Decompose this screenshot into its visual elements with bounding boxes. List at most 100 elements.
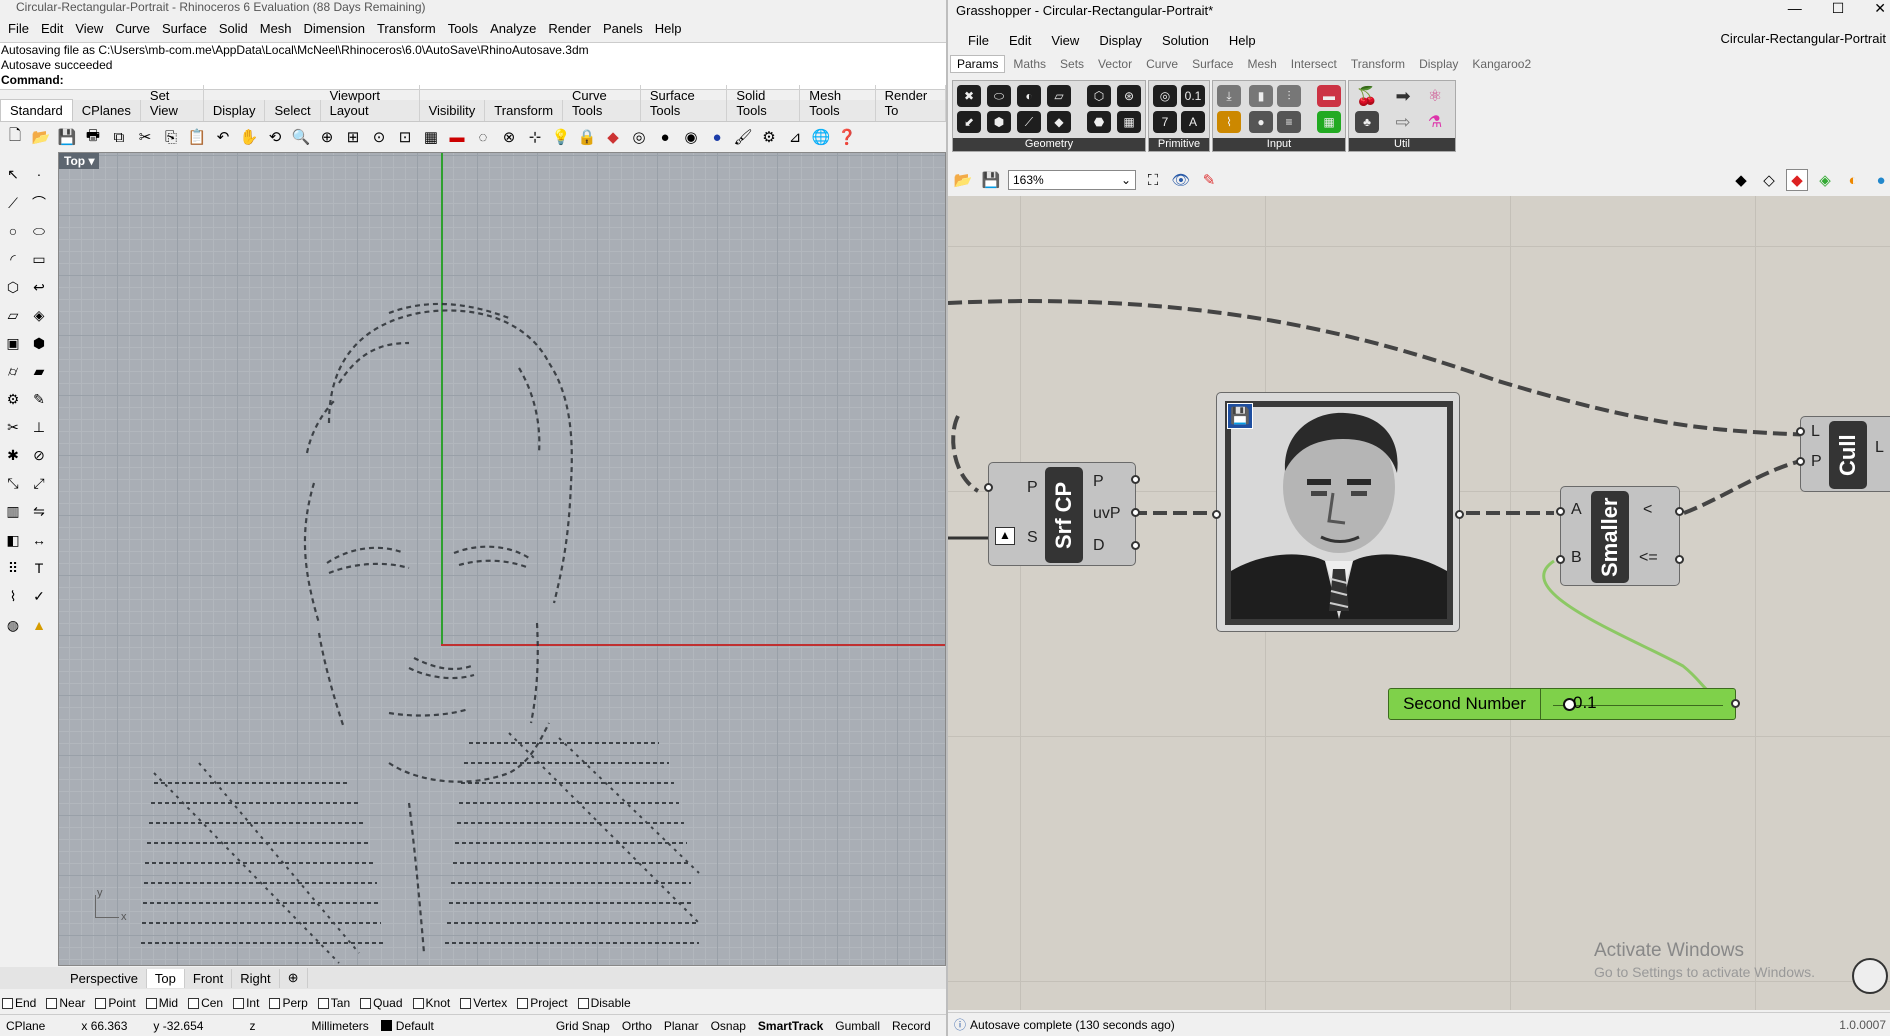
osnap-checkbox[interactable] — [233, 997, 245, 1009]
polygon-icon[interactable]: ⬡ — [2, 277, 24, 299]
param-icon[interactable]: ✖ — [957, 85, 981, 107]
menu-curve[interactable]: Curve — [109, 21, 156, 36]
viewport-tab-right[interactable]: Right — [232, 968, 280, 988]
minimize-icon[interactable]: — — [1788, 0, 1802, 17]
preview-eye-icon[interactable]: 👁 — [1170, 169, 1192, 191]
gh-document-name[interactable]: Circular-Rectangular-Portrait — [1721, 31, 1886, 46]
gh-tab-vector[interactable]: Vector — [1092, 56, 1138, 72]
globe-icon[interactable]: 🌐 — [810, 126, 832, 148]
navigation-compass[interactable] — [1852, 958, 1888, 994]
polyline-icon[interactable]: ⟋ — [2, 192, 24, 214]
paint-icon[interactable]: ▲ — [28, 614, 50, 636]
surface-param-icon[interactable]: ▱ — [1047, 85, 1071, 107]
rotate-view-icon[interactable]: ⟲ — [264, 126, 286, 148]
zoom-extents-icon[interactable]: ⊞ — [342, 126, 364, 148]
port-out-d[interactable] — [1131, 541, 1140, 550]
close-icon[interactable]: ✕ — [1874, 0, 1886, 17]
atom-icon[interactable]: ⚛ — [1423, 85, 1447, 107]
gh-menu-file[interactable]: File — [958, 33, 999, 48]
select-arrow-icon[interactable]: ↖ — [2, 164, 24, 186]
mesh-icon[interactable]: ⚙ — [2, 389, 24, 411]
preview-shaded-icon[interactable]: ◇ — [1758, 169, 1780, 191]
port-in-l[interactable] — [1796, 427, 1805, 436]
osnap-mid[interactable]: Mid — [145, 996, 178, 1010]
swatch-icon[interactable]: ▦ — [1317, 111, 1341, 133]
maximize-icon[interactable]: ☐ — [1832, 0, 1845, 17]
field-param-icon[interactable]: ⊛ — [1117, 85, 1141, 107]
port-in-p[interactable] — [984, 483, 993, 492]
toggle-icon[interactable]: ● — [1249, 111, 1273, 133]
box-icon[interactable]: ▣ — [2, 333, 24, 355]
array-icon[interactable]: ▥ — [2, 501, 24, 523]
zoom-icon[interactable]: 🔍 — [290, 126, 312, 148]
port-out-lt[interactable] — [1675, 507, 1684, 516]
cplane-icon[interactable]: ⊗ — [498, 126, 520, 148]
toolbar-tab-cplanes[interactable]: CPlanes — [73, 100, 141, 121]
select-icon[interactable]: ⊹ — [524, 126, 546, 148]
osnap-tan[interactable]: Tan — [317, 996, 350, 1010]
toolbar-tab-visibility[interactable]: Visibility — [420, 100, 486, 121]
color-wheel-icon[interactable]: ◎ — [628, 126, 650, 148]
help-icon[interactable]: ❓ — [836, 126, 858, 148]
gh-tab-transform[interactable]: Transform — [1345, 56, 1411, 72]
menu-file[interactable]: File — [2, 21, 35, 36]
gh-tab-curve[interactable]: Curve — [1140, 56, 1184, 72]
gh-menu-solution[interactable]: Solution — [1152, 33, 1219, 48]
expand-icon[interactable]: ▲ — [995, 527, 1015, 545]
toggle-record[interactable]: Record — [886, 1019, 937, 1033]
shade-icon[interactable]: ◌ — [472, 126, 494, 148]
toolbar-tab-select[interactable]: Select — [265, 100, 321, 121]
block-icon[interactable]: ◧ — [2, 529, 24, 551]
lock-icon[interactable]: 🔒 — [576, 126, 598, 148]
toolbar-tab-set-view[interactable]: Set View — [141, 85, 204, 121]
osnap-checkbox[interactable] — [577, 997, 589, 1009]
draw-icon[interactable]: ✎ — [28, 389, 50, 411]
gh-tab-mesh[interactable]: Mesh — [1241, 56, 1282, 72]
osnap-cen[interactable]: Cen — [188, 996, 223, 1010]
circle-icon[interactable]: ○ — [2, 220, 24, 242]
grid-array-icon[interactable]: ⠿ — [2, 558, 24, 580]
dimension-icon[interactable]: ⊿ — [784, 126, 806, 148]
port-in-p[interactable] — [1796, 457, 1805, 466]
car-icon[interactable]: ▬ — [446, 126, 468, 148]
analyze-icon[interactable]: ⌇ — [2, 586, 24, 608]
menu-analyze[interactable]: Analyze — [484, 21, 542, 36]
menu-tools[interactable]: Tools — [442, 21, 484, 36]
viewport-tab-top[interactable]: Top — [146, 968, 185, 988]
save-document-icon[interactable]: 💾 — [980, 169, 1002, 191]
layer-indicator[interactable]: Default — [375, 1019, 440, 1033]
rectangle-icon[interactable]: ▭ — [28, 249, 50, 271]
gh-tab-kangaroo2[interactable]: Kangaroo2 — [1466, 56, 1537, 72]
osnap-near[interactable]: Near — [46, 996, 85, 1010]
osnap-disable[interactable]: Disable — [577, 996, 631, 1010]
port-out-uvp[interactable] — [1131, 508, 1140, 517]
gh-tab-sets[interactable]: Sets — [1054, 56, 1090, 72]
port-out-le[interactable] — [1675, 555, 1684, 564]
bake-icon[interactable]: ◈ — [1814, 169, 1836, 191]
toolbar-tab-solid-tools[interactable]: Solid Tools — [727, 85, 801, 121]
material-icon[interactable]: ● — [706, 126, 728, 148]
menu-view[interactable]: View — [69, 21, 109, 36]
curve-icon[interactable]: ⌒ — [28, 192, 50, 214]
mesh-param-icon[interactable]: ⬡ — [1087, 85, 1111, 107]
node-srf-cp[interactable]: Srf CP P S P uvP D ▲ — [984, 462, 1140, 566]
osnap-checkbox[interactable] — [517, 997, 529, 1009]
toolbar-tab-display[interactable]: Display — [204, 100, 266, 121]
curve-param-icon[interactable]: ◐ — [1017, 85, 1041, 107]
import-icon[interactable]: ⧉ — [108, 126, 130, 148]
menu-mesh[interactable]: Mesh — [254, 21, 298, 36]
toolbar-tab-standard[interactable]: Standard — [0, 99, 73, 121]
number-param-icon[interactable]: 0.1 — [1181, 85, 1205, 107]
preview-wire-icon[interactable]: ◆ — [1730, 169, 1752, 191]
explode-icon[interactable]: ✱ — [2, 445, 24, 467]
viewport-tab-perspective[interactable]: Perspective — [62, 968, 147, 988]
trim-icon[interactable]: ⊘ — [28, 445, 50, 467]
gh-canvas[interactable]: Srf CP P S P uvP D ▲ 💾 Smaller A B < <= … — [948, 196, 1890, 1010]
integer-param-icon[interactable]: 7 — [1153, 111, 1177, 133]
forward-arrow-icon[interactable]: ➡ — [1391, 85, 1415, 107]
port-in-a[interactable] — [1556, 507, 1565, 516]
cherry-icon[interactable]: 🍒 — [1355, 85, 1379, 107]
osnap-perp[interactable]: Perp — [269, 996, 308, 1010]
graph-icon[interactable]: ⌇ — [1217, 111, 1241, 133]
tree-icon[interactable]: ♣ — [1355, 111, 1379, 133]
